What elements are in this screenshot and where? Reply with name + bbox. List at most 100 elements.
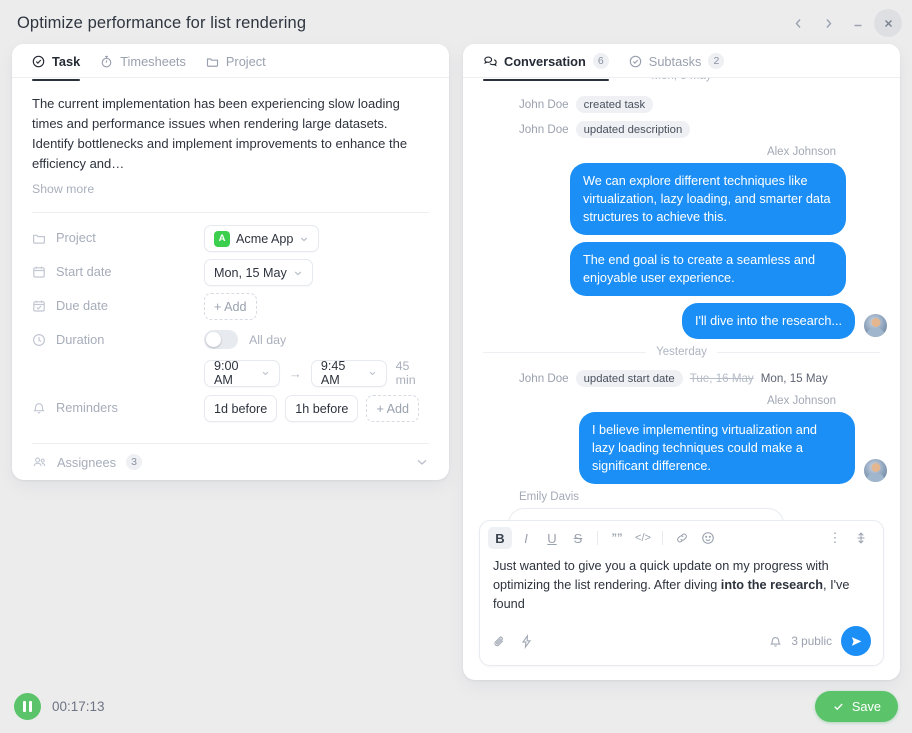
chevron-down-icon: [294, 271, 302, 275]
tab-task[interactable]: Task: [32, 54, 81, 81]
lightning-icon[interactable]: [519, 633, 534, 649]
field-duration-label-group: Duration: [32, 327, 204, 347]
window-controls: [784, 9, 912, 37]
pause-button[interactable]: [14, 692, 41, 720]
calendar-check-icon: [33, 300, 45, 312]
message-row: The end goal is to create a seamless and…: [483, 242, 880, 296]
avatar-body: [866, 472, 885, 482]
paperclip-icon[interactable]: [492, 634, 507, 649]
field-start-date-label-group: Start date: [32, 259, 204, 279]
reminder-chip-2[interactable]: 1h before: [285, 395, 359, 422]
all-day-row: All day: [204, 330, 286, 349]
composer-input[interactable]: Just wanted to give you a quick update o…: [480, 553, 883, 622]
tab-conversation-label: Conversation: [504, 53, 586, 69]
event-actor: John Doe: [519, 123, 569, 136]
next-button[interactable]: [814, 9, 842, 37]
avatar[interactable]: [862, 457, 889, 484]
tab-timesheets[interactable]: Timesheets: [100, 54, 186, 80]
close-icon: [884, 19, 892, 27]
message-sender: Alex Johnson: [766, 395, 836, 407]
bell-icon: [33, 402, 45, 413]
field-reminders-value: 1d before 1h before + Add: [204, 395, 420, 422]
time-range-row: 9:00 AM → 9:45 AM 45 min: [204, 359, 429, 387]
tab-conversation[interactable]: Conversation 6: [483, 53, 609, 81]
minimize-icon: [854, 24, 862, 27]
task-detail-window: Optimize performance for list rendering: [0, 0, 912, 733]
message-row: I'll dive into the research...: [483, 303, 889, 339]
underline-button[interactable]: U: [540, 527, 564, 549]
duration-total: 45 min: [395, 359, 416, 387]
project-select[interactable]: A Acme App: [204, 225, 320, 252]
reminder-add-button[interactable]: + Add: [366, 395, 420, 422]
due-date-add-button[interactable]: + Add: [204, 293, 257, 320]
field-start-date: Start date Mon, 15 May: [32, 259, 429, 293]
toolbar-separator: [662, 531, 663, 545]
event-new-value: Mon, 15 May: [760, 372, 828, 385]
code-button[interactable]: </>: [631, 527, 655, 549]
field-start-date-value: Mon, 15 May: [204, 259, 313, 286]
end-time-select[interactable]: 9:45 AM: [310, 359, 387, 387]
panels-container: Task Timesheets Project The current impl…: [0, 44, 912, 684]
start-time-select[interactable]: 9:00 AM: [204, 359, 280, 387]
expand-button[interactable]: [849, 527, 873, 549]
show-more-link[interactable]: Show more: [32, 182, 429, 196]
message-sender: Alex Johnson: [766, 146, 836, 158]
chevron-down-icon[interactable]: [415, 455, 429, 469]
tab-subtasks[interactable]: Subtasks 2: [629, 53, 725, 80]
field-reminders-label-group: Reminders: [32, 395, 204, 415]
task-fields: Project A Acme App Start date Mon, 15 Ma…: [32, 213, 429, 429]
assignees-count: 3: [126, 454, 143, 470]
conversation-thread[interactable]: Mon, 8 May John Doe created task John Do…: [463, 78, 900, 520]
field-project: Project A Acme App: [32, 225, 429, 259]
composer-right-controls: 3 public: [769, 626, 873, 656]
chevron-right-icon: [825, 18, 831, 28]
check-icon: [834, 703, 843, 710]
message-bubble: I'll dive into the research...: [682, 303, 855, 339]
message-row: I believe implementing virtualization an…: [483, 412, 889, 484]
tab-project[interactable]: Project: [206, 54, 266, 80]
emoji-button[interactable]: [696, 527, 720, 549]
clock-icon: [32, 333, 46, 346]
close-button[interactable]: [874, 9, 902, 37]
field-duration: Duration All day 9:00 AM → 9:45 AM 45 mi…: [32, 327, 429, 387]
code-icon: </>: [635, 532, 651, 544]
start-date-select[interactable]: Mon, 15 May: [204, 259, 313, 286]
send-button[interactable]: [841, 626, 871, 656]
message-bubble: I believe implementing virtualization an…: [579, 412, 855, 484]
day-divider: Yesterday: [483, 346, 880, 358]
field-duration-value: All day 9:00 AM → 9:45 AM 45 min: [204, 327, 429, 387]
avatar-spacer: [853, 208, 880, 235]
strikethrough-button[interactable]: S: [566, 527, 590, 549]
italic-button[interactable]: I: [514, 527, 538, 549]
field-project-value: A Acme App: [204, 225, 320, 252]
people-icon: [33, 457, 46, 466]
all-day-toggle[interactable]: [204, 330, 238, 349]
avatar[interactable]: [862, 312, 889, 339]
folder-icon: [206, 57, 218, 67]
link-button[interactable]: [670, 527, 694, 549]
activity-event: John Doe created task: [519, 96, 880, 113]
emoji-icon: [702, 532, 714, 544]
field-due-date: Due date + Add: [32, 293, 429, 327]
project-badge: A: [214, 230, 230, 247]
reminder-chip-1[interactable]: 1d before: [204, 395, 278, 422]
end-time-text: 9:45 AM: [320, 359, 346, 387]
prev-button[interactable]: [784, 9, 812, 37]
more-options-button[interactable]: ⋮: [823, 527, 847, 549]
bold-icon: B: [495, 530, 505, 546]
expand-icon: [857, 532, 865, 544]
quote-button[interactable]: ””: [605, 527, 629, 549]
task-body: The current implementation has been expe…: [12, 78, 449, 444]
timer-value: 00:17:13: [52, 698, 105, 714]
composer-text-bold: into the research: [720, 578, 824, 592]
bold-button[interactable]: B: [488, 527, 512, 549]
subtasks-count: 2: [708, 53, 725, 69]
event-actor: John Doe: [519, 372, 569, 385]
quote-icon: ””: [611, 532, 623, 544]
save-button[interactable]: Save: [814, 690, 898, 722]
minimize-button[interactable]: [844, 9, 872, 37]
activity-event: John Doe updated description: [519, 121, 880, 138]
visibility-label[interactable]: 3 public: [791, 634, 832, 648]
chevron-left-icon: [795, 18, 801, 28]
tab-timesheets-label: Timesheets: [120, 53, 186, 69]
